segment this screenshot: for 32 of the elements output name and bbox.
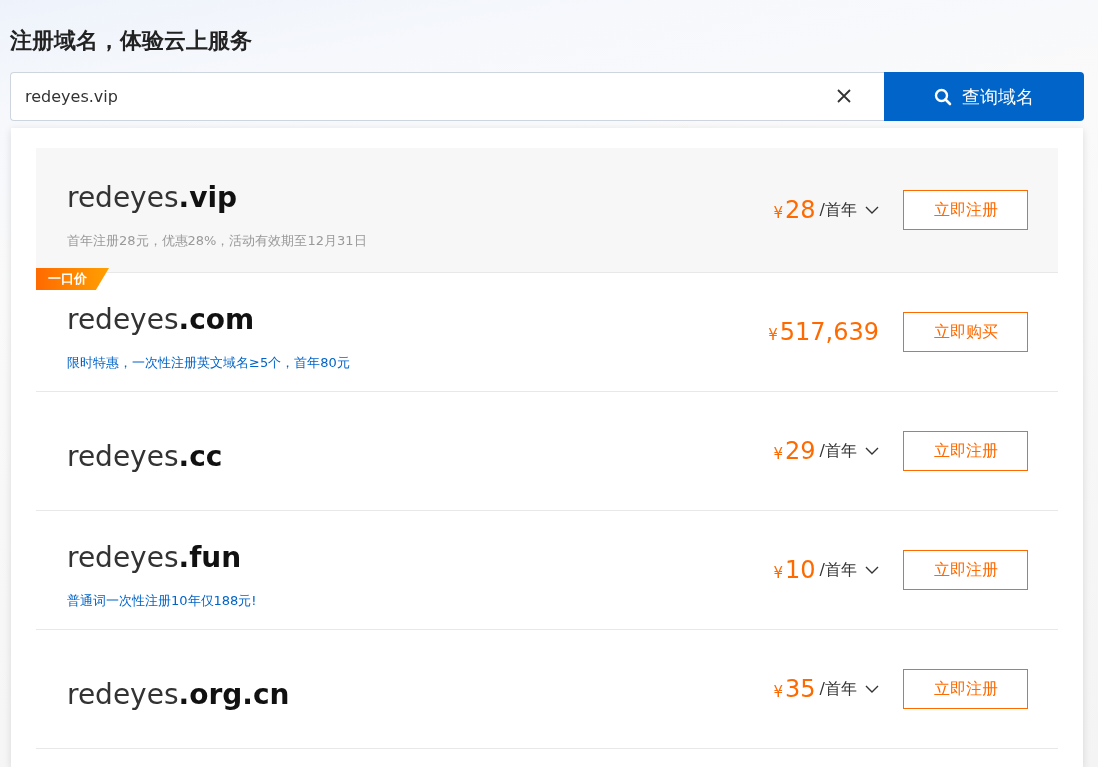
register-button[interactable]: 立即注册 bbox=[903, 190, 1028, 230]
register-button[interactable]: 立即注册 bbox=[903, 669, 1028, 709]
chevron-down-icon bbox=[865, 205, 879, 215]
chevron-down-icon bbox=[865, 684, 879, 694]
clear-icon[interactable] bbox=[836, 88, 852, 104]
promo-note: 首年注册28元，优惠28%，活动有效期至12月31日 bbox=[67, 231, 367, 250]
register-button[interactable]: 立即注册 bbox=[903, 550, 1028, 590]
period-dropdown[interactable]: /首年 bbox=[819, 559, 879, 581]
price: ¥28 bbox=[773, 196, 816, 224]
search-field[interactable]: redeyes.vip bbox=[10, 72, 884, 121]
page-heading: 注册域名，体验云上服务 bbox=[10, 27, 253, 55]
chevron-down-icon bbox=[865, 446, 879, 456]
price: ¥10 bbox=[773, 556, 816, 584]
period-dropdown[interactable]: /首年 bbox=[819, 440, 879, 462]
domain-name: redeyes.fun bbox=[67, 540, 243, 574]
price: ¥29 bbox=[773, 437, 816, 465]
period-dropdown[interactable]: /首年 bbox=[819, 199, 879, 221]
price-tag-badge: 一口价 bbox=[36, 268, 109, 290]
register-button[interactable]: 立即购买 bbox=[903, 312, 1028, 352]
domain-name: redeyes.org.cn bbox=[67, 677, 290, 711]
register-button[interactable]: 立即注册 bbox=[903, 431, 1028, 471]
price: ¥35 bbox=[773, 675, 816, 703]
domain-name: redeyes.vip bbox=[67, 180, 239, 214]
chevron-down-icon bbox=[865, 565, 879, 575]
period-dropdown[interactable]: /首年 bbox=[819, 678, 879, 700]
price: ¥517,639 bbox=[768, 318, 879, 346]
domain-name: redeyes.com bbox=[67, 302, 256, 336]
domain-name: redeyes.cc bbox=[67, 439, 223, 473]
promo-note: 限时特惠，一次性注册英文域名≥5个，首年80元 bbox=[67, 353, 350, 372]
promo-note: 普通词一次性注册10年仅188元! bbox=[67, 591, 257, 610]
search-icon bbox=[934, 87, 952, 106]
search-button[interactable]: 查询域名 bbox=[884, 72, 1084, 121]
